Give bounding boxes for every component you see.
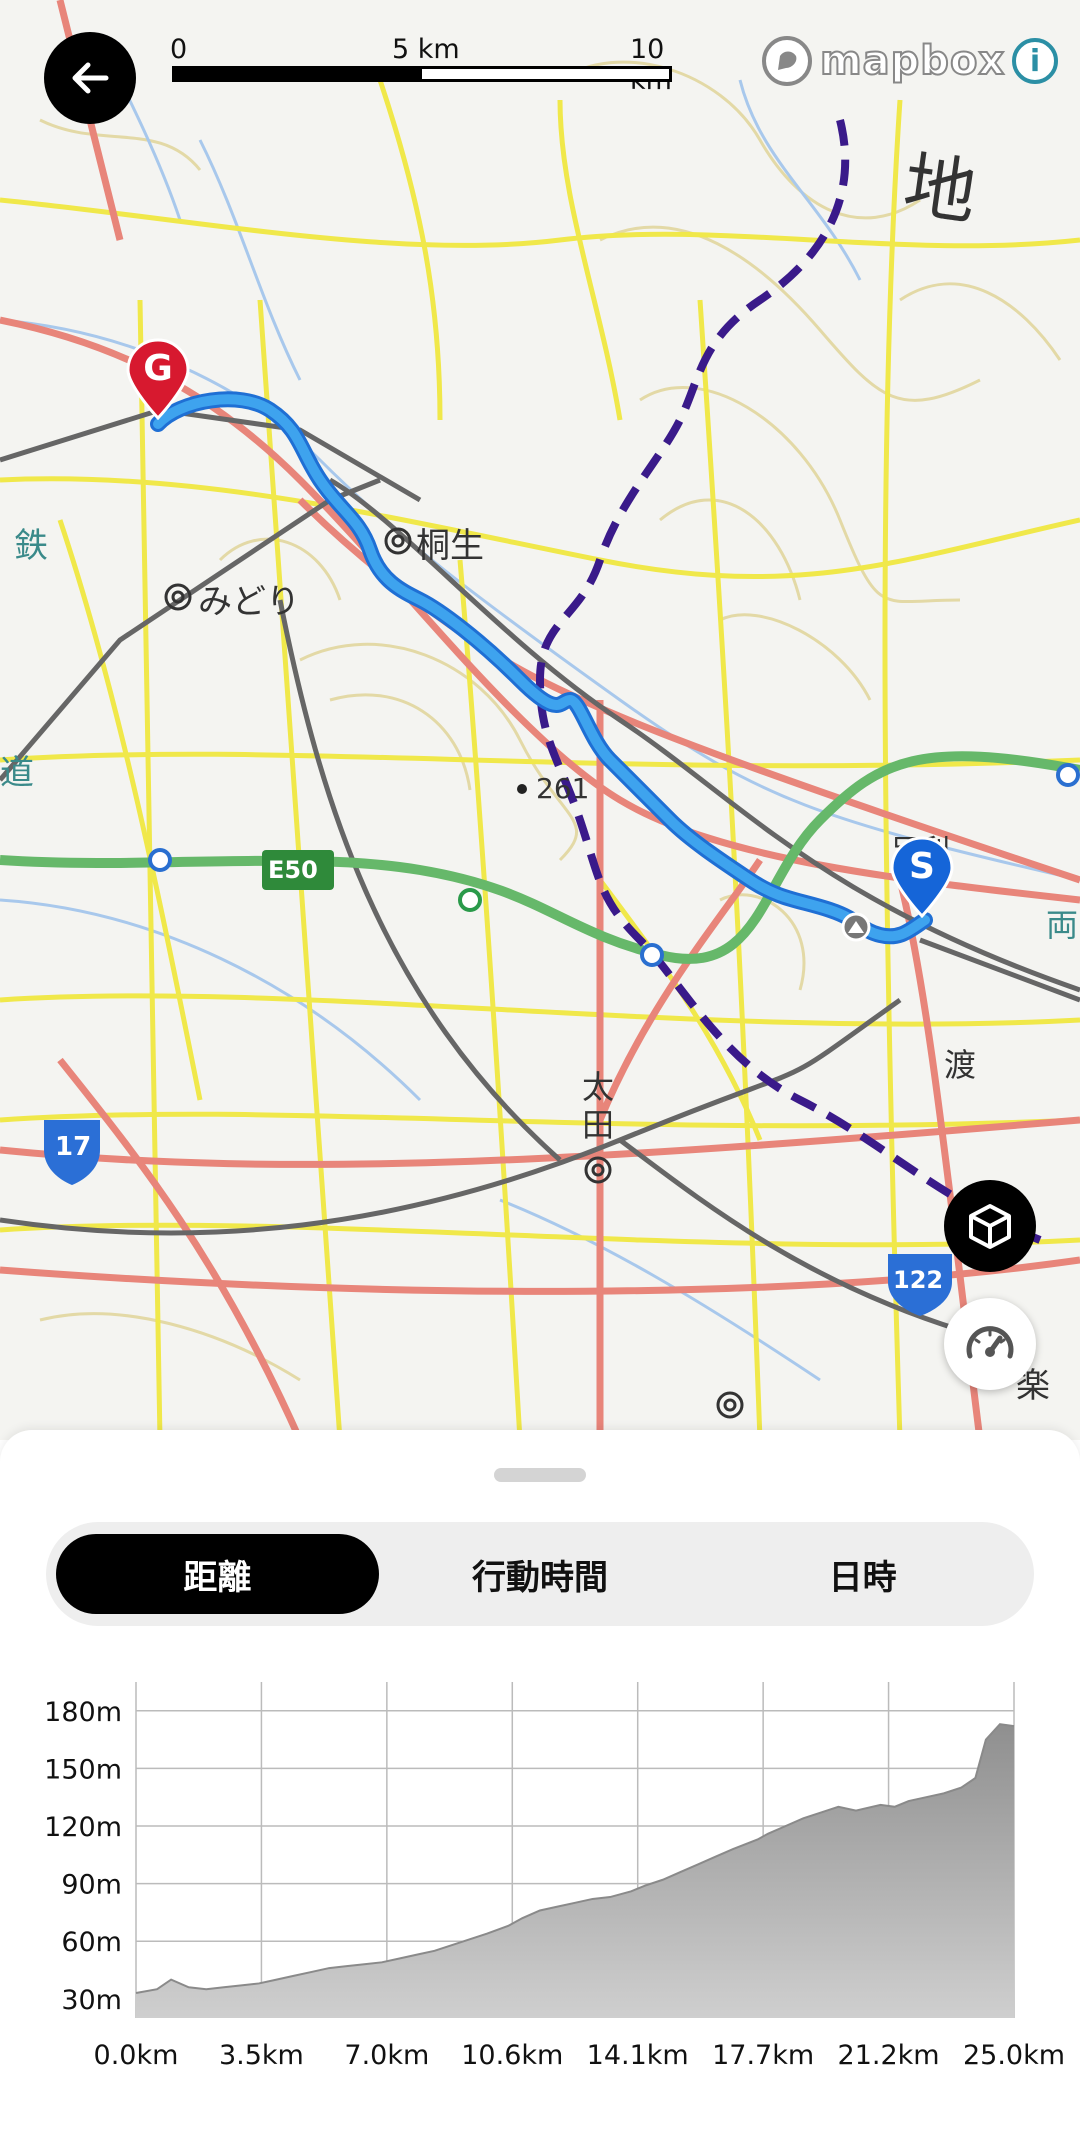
y-tick-label: 60m <box>61 1927 122 1958</box>
x-tick-label: 0.0km <box>94 2040 179 2071</box>
route-17-label: 17 <box>55 1132 92 1162</box>
cube-icon <box>969 1204 1011 1249</box>
mapbox-logo[interactable]: mapbox <box>760 34 1005 88</box>
tab-moving-time[interactable]: 行動時間 <box>379 1534 702 1614</box>
x-tick-label: 7.0km <box>344 2040 429 2071</box>
map-label-tetsu: 鉄 <box>14 526 48 566</box>
map-label-watari: 渡 <box>944 1046 977 1084</box>
speed-button[interactable] <box>944 1298 1036 1390</box>
back-button[interactable] <box>44 32 136 124</box>
y-tick-label: 150m <box>44 1754 122 1785</box>
x-tick-label: 25.0km <box>963 2040 1065 2071</box>
scale-label-10km: 10 km <box>630 34 672 96</box>
map-label-ota-bottom: 田 <box>582 1106 615 1144</box>
y-tick-label: 120m <box>44 1812 122 1843</box>
bottom-sheet: 距離 行動時間 日時 30m 60m 90m 120m 150m 180m 0.0km 3.… <box>0 1430 1080 2140</box>
map-label-chi: 地 <box>898 142 982 236</box>
mapbox-logo-text: mapbox <box>819 37 1006 85</box>
scale-bar-graphic <box>172 66 672 82</box>
map-label-michi: 道 <box>0 753 34 793</box>
mapbox-logo-icon <box>762 36 812 86</box>
map-label-kiryu: 桐生 <box>416 526 484 566</box>
speedometer-icon <box>966 1326 1014 1359</box>
x-tick-label: 21.2km <box>838 2040 940 2071</box>
tab-datetime[interactable]: 日時 <box>701 1534 1024 1614</box>
chart-axis-tabs: 距離 行動時間 日時 <box>46 1522 1034 1626</box>
x-tick-label: 3.5km <box>219 2040 304 2071</box>
map-view[interactable]: 地 桐生 みどり 鉄 道 261 太 田 足利 渡 両 楽 E50 17 122… <box>0 0 1080 1440</box>
y-tick-label: 90m <box>61 1870 122 1901</box>
y-tick-label: 30m <box>61 1985 122 2016</box>
goal-marker-label: G <box>143 348 173 389</box>
info-icon[interactable]: i <box>1012 38 1058 84</box>
elevation-chart[interactable]: 30m 60m 90m 120m 150m 180m 0.0km 3.5km 7.0km 10.… <box>0 1682 1080 2140</box>
3d-view-button[interactable] <box>944 1180 1036 1272</box>
map-label-elevation-point: 261 <box>536 772 590 805</box>
sheet-drag-handle[interactable] <box>494 1468 586 1482</box>
arrow-left-icon <box>72 62 109 94</box>
start-marker[interactable]: S <box>888 836 956 919</box>
map-label-midori: みどり <box>198 582 300 622</box>
goal-marker[interactable]: G <box>124 338 192 421</box>
x-tick-label: 14.1km <box>587 2040 689 2071</box>
scale-label-5km: 5 km <box>392 34 460 65</box>
tab-distance[interactable]: 距離 <box>56 1534 379 1614</box>
x-tick-label: 17.7km <box>712 2040 814 2071</box>
expressway-label-e50: E50 <box>268 856 318 884</box>
scale-label-0: 0 <box>170 34 188 65</box>
map-label-ryo: 両 <box>1046 906 1079 944</box>
x-tick-label: 10.6km <box>461 2040 563 2071</box>
route-122-label: 122 <box>893 1266 944 1294</box>
y-tick-label: 180m <box>44 1697 122 1728</box>
map-scale-bar: 0 5 km 10 km <box>170 34 672 96</box>
start-marker-label: S <box>909 846 935 887</box>
